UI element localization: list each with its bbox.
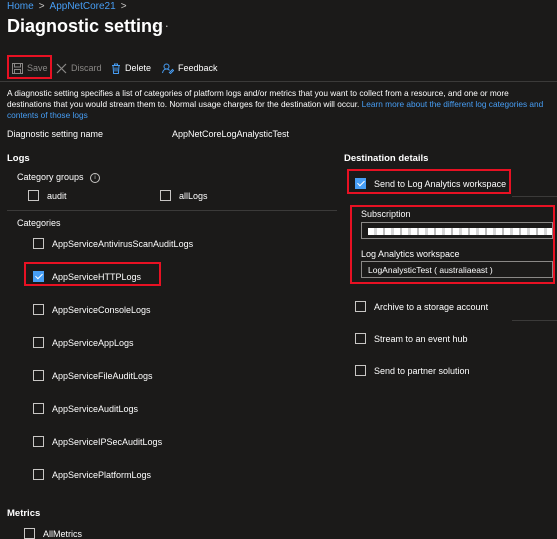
categories-label: Categories (17, 218, 61, 228)
category-item[interactable]: AppServiceAuditLogs (33, 403, 138, 414)
category-groups-label: Category groups i (17, 172, 101, 183)
checkbox-checked[interactable] (33, 271, 44, 282)
delete-button[interactable]: Delete (111, 58, 151, 78)
delete-label: Delete (125, 63, 152, 73)
category-groups-text: Category groups (17, 172, 84, 182)
feedback-button[interactable]: Feedback (162, 58, 218, 78)
checkbox[interactable] (160, 190, 171, 201)
category-label: AppServiceIPSecAuditLogs (52, 436, 163, 447)
category-label: AppServicePlatformLogs (52, 469, 152, 480)
category-label: AppServiceFileAuditLogs (52, 370, 153, 381)
redacted-value (368, 228, 552, 235)
save-label: Save (27, 63, 48, 73)
group-label: allLogs (179, 190, 208, 201)
category-label: AppServiceHTTPLogs (52, 271, 142, 282)
description: A diagnostic setting specifies a list of… (7, 88, 547, 121)
all-metrics-item[interactable]: AllMetrics (24, 528, 82, 539)
metrics-header: Metrics (7, 508, 41, 519)
more-options-button[interactable]: ··· (154, 18, 170, 33)
option-divider (512, 320, 557, 321)
category-item[interactable]: AppServiceConsoleLogs (33, 304, 151, 315)
destination-divider (512, 196, 557, 197)
checkbox[interactable] (355, 301, 366, 312)
logs-header: Logs (7, 153, 30, 164)
checkbox[interactable] (33, 403, 44, 414)
checkbox[interactable] (33, 370, 44, 381)
close-icon (56, 63, 67, 73)
all-metrics-label: AllMetrics (43, 528, 83, 539)
checkbox[interactable] (28, 190, 39, 201)
setting-name-label: Diagnostic setting name (7, 129, 104, 139)
workspace-select[interactable]: LogAnalysticTest ( australiaeast ) (361, 261, 553, 278)
breadcrumb-resource-link[interactable]: AppNetCore21 (50, 1, 116, 12)
send-to-la-item[interactable]: Send to Log Analytics workspace (355, 178, 506, 189)
breadcrumb: Home > AppNetCore21 > (7, 1, 132, 12)
option-label: Stream to an event hub (374, 333, 468, 344)
group-alllogs[interactable]: allLogs (160, 190, 208, 201)
breadcrumb-separator: > (120, 1, 127, 12)
subscription-label: Subscription (361, 209, 411, 219)
category-label: AppServiceAuditLogs (52, 403, 139, 414)
subscription-select[interactable] (361, 222, 553, 239)
save-icon (12, 62, 23, 74)
category-item[interactable]: AppServiceHTTPLogs (33, 271, 141, 282)
checkbox[interactable] (33, 469, 44, 480)
breadcrumb-home-link[interactable]: Home (7, 1, 34, 12)
discard-button[interactable]: Discard (56, 58, 102, 78)
group-audit[interactable]: audit (28, 190, 67, 201)
feedback-label: Feedback (178, 63, 218, 73)
info-icon[interactable]: i (90, 172, 101, 183)
checkbox[interactable] (355, 365, 366, 376)
category-item[interactable]: AppServiceAntivirusScanAuditLogs (33, 238, 193, 249)
checkbox[interactable] (24, 528, 35, 539)
option-label: Archive to a storage account (374, 301, 489, 312)
category-item[interactable]: AppServicePlatformLogs (33, 469, 151, 480)
setting-name-value: AppNetCoreLogAnalysticTest (172, 129, 290, 139)
logs-divider (7, 210, 337, 211)
category-item[interactable]: AppServiceIPSecAuditLogs (33, 436, 162, 447)
toolbar-divider (0, 81, 557, 82)
checkbox[interactable] (33, 238, 44, 249)
group-label: audit (47, 190, 67, 201)
checkbox[interactable] (33, 436, 44, 447)
checkbox[interactable] (33, 337, 44, 348)
checkbox[interactable] (33, 304, 44, 315)
category-label: AppServiceConsoleLogs (52, 304, 151, 315)
trash-icon (112, 63, 120, 74)
destination-header: Destination details (344, 153, 429, 164)
category-item[interactable]: AppServiceFileAuditLogs (33, 370, 153, 381)
page-title: Diagnostic setting (7, 16, 164, 36)
breadcrumb-separator: > (38, 1, 45, 12)
event-hub-item[interactable]: Stream to an event hub (355, 333, 468, 344)
category-label: AppServiceAntivirusScanAuditLogs (52, 238, 194, 249)
feedback-icon (162, 63, 174, 74)
option-label: Send to partner solution (374, 365, 470, 376)
archive-storage-item[interactable]: Archive to a storage account (355, 301, 488, 312)
checkbox-checked[interactable] (355, 178, 366, 189)
category-label: AppServiceAppLogs (52, 337, 134, 348)
category-item[interactable]: AppServiceAppLogs (33, 337, 134, 348)
checkbox[interactable] (355, 333, 366, 344)
discard-label: Discard (71, 63, 102, 73)
workspace-label: Log Analytics workspace (361, 249, 460, 259)
save-button[interactable]: Save (12, 58, 48, 78)
send-to-la-label: Send to Log Analytics workspace (374, 178, 507, 189)
partner-solution-item[interactable]: Send to partner solution (355, 365, 470, 376)
